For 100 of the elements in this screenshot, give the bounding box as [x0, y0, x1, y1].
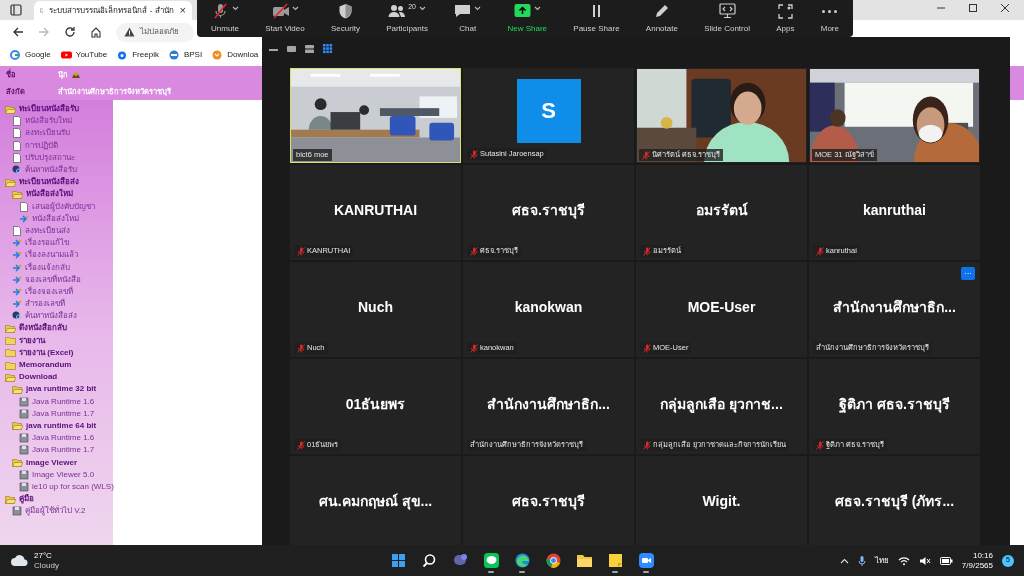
- microphone-icon[interactable]: [857, 554, 866, 567]
- bookmark[interactable]: YouTube: [60, 49, 108, 61]
- tree-item[interactable]: Java Runtime 1.7: [32, 407, 95, 420]
- participant-name: ศธจ.ราชบุรี: [512, 201, 585, 221]
- document-icon[interactable]: [19, 201, 29, 212]
- language-indicator[interactable]: ไทย: [874, 554, 889, 567]
- tree-item[interactable]: Download: [19, 371, 58, 384]
- tree-item[interactable]: java runtime 32 bit: [26, 383, 97, 396]
- caret-icon[interactable]: [533, 5, 541, 11]
- document-icon[interactable]: [12, 152, 22, 163]
- speaker-muted-icon[interactable]: [918, 555, 931, 566]
- toolbar-button[interactable]: Slide Control: [700, 2, 754, 35]
- chevron-up-icon[interactable]: [839, 557, 849, 564]
- tree-item[interactable]: Java Runtime 1.7: [32, 444, 95, 457]
- tree-item[interactable]: เรื่องรอแก้ไข: [25, 237, 69, 250]
- tree-item[interactable]: คู่มือผู้ใช้ทั่วไป V.2: [25, 505, 86, 518]
- logo: [117, 50, 129, 60]
- home-icon[interactable]: [90, 26, 102, 38]
- arrow-icon[interactable]: [12, 286, 22, 297]
- weather-condition: Cloudy: [34, 560, 59, 571]
- tree-item[interactable]: ทะเบียนหนังสือรับ: [19, 103, 79, 116]
- tree-item[interactable]: คู่มือ: [19, 493, 34, 506]
- close-icon[interactable]: [1000, 3, 1010, 13]
- open-folder-icon[interactable]: [12, 421, 23, 431]
- participant-name: kanokwan: [514, 298, 583, 317]
- view-layout-icon[interactable]: [304, 43, 315, 54]
- tab-close-button[interactable]: ×: [179, 5, 186, 16]
- bookmark[interactable]: BPSI: [168, 49, 203, 61]
- toolbar-button[interactable]: Apps: [772, 2, 799, 35]
- arrow-icon[interactable]: [12, 274, 22, 285]
- grid-view-icon[interactable]: [322, 43, 333, 54]
- tree-item[interactable]: หนังสือส่งใหม่: [26, 188, 73, 201]
- reload-icon[interactable]: [64, 26, 76, 38]
- caret-icon[interactable]: [231, 5, 239, 11]
- tree-item[interactable]: Image Viewer: [26, 456, 77, 469]
- tree-item[interactable]: สำรองเลขที่: [25, 298, 65, 311]
- view-layout-icon[interactable]: [286, 43, 297, 54]
- tree-item[interactable]: ดึงหนังสือกลับ: [19, 322, 67, 335]
- browser-tab[interactable]: ระบบสารบรรณอิเล็กทรอนิกส์ - สำนัก ×: [34, 1, 192, 20]
- document-icon[interactable]: [12, 116, 22, 127]
- tree-item[interactable]: Memorandum: [19, 359, 72, 372]
- tree-item[interactable]: ค้นหาหนังสือรับ: [25, 164, 77, 177]
- tree-item[interactable]: ค้นหาหนังสือส่ง: [25, 310, 77, 323]
- tree-item[interactable]: รายงาน (Excel): [19, 346, 74, 359]
- logo: [212, 50, 224, 60]
- arrow-icon[interactable]: [12, 250, 22, 261]
- tree-item[interactable]: java runtime 64 bit: [26, 419, 97, 432]
- security-label: ไม่ปลอดภัย: [140, 26, 179, 38]
- search-icon[interactable]: [12, 165, 22, 176]
- toolbar-button[interactable]: More: [816, 2, 843, 35]
- toolbar-button[interactable]: Pause Share: [569, 2, 624, 35]
- toolbar-button[interactable]: New Share: [503, 2, 552, 35]
- tree-item[interactable]: Java Runtime 1.6: [32, 395, 95, 408]
- tree-item[interactable]: จองเลขที่หนังสือ: [25, 273, 81, 286]
- tree-item[interactable]: รายงาน: [19, 334, 45, 347]
- open-folder-icon[interactable]: [5, 494, 16, 504]
- address-field[interactable]: ไม่ปลอดภัย: [116, 22, 194, 42]
- bookmark[interactable]: Downloa: [212, 49, 259, 61]
- caret-icon[interactable]: [474, 5, 482, 11]
- toolbar-button[interactable]: Chat: [450, 2, 486, 35]
- browser-icon: [513, 552, 531, 569]
- tree-item[interactable]: ทะเบียนหนังสือส่ง: [19, 176, 79, 189]
- document-icon[interactable]: [12, 140, 22, 151]
- battery-icon[interactable]: [939, 556, 953, 565]
- tree-item[interactable]: หนังสือส่งใหม่: [32, 212, 79, 225]
- tree-item[interactable]: ลงทะเบียนส่ง: [25, 224, 70, 237]
- arrow-icon[interactable]: [12, 262, 22, 273]
- tree-item[interactable]: Java Runtime 1.6: [32, 432, 95, 445]
- clock-time[interactable]: 10:16: [972, 550, 993, 561]
- participant-name: ศธจ.ราชบุรี: [512, 492, 585, 512]
- bookmark[interactable]: Freepik: [117, 49, 159, 61]
- open-folder-icon[interactable]: [12, 458, 23, 468]
- wifi-icon[interactable]: [897, 555, 910, 566]
- toolbar-button[interactable]: Annotate: [641, 2, 682, 35]
- document-icon[interactable]: [12, 128, 22, 139]
- toolbar-button[interactable]: Security: [327, 2, 364, 35]
- more-options-button[interactable]: ···: [961, 267, 975, 280]
- clock-date[interactable]: 7/9/2565: [961, 560, 993, 571]
- toolbar-button[interactable]: Start Video: [261, 2, 309, 35]
- open-folder-icon[interactable]: [12, 189, 23, 199]
- open-folder-icon[interactable]: [5, 372, 16, 382]
- document-icon[interactable]: [12, 225, 22, 236]
- tree-item[interactable]: เรื่องลงนามแล้ว: [25, 249, 78, 262]
- open-folder-icon[interactable]: [5, 104, 16, 114]
- open-folder-icon[interactable]: [12, 384, 23, 394]
- maximize-icon[interactable]: [968, 3, 978, 13]
- tree-item[interactable]: ie10 up for scan (WLS): [32, 480, 114, 493]
- search-icon: [420, 552, 438, 569]
- tree-item[interactable]: เรื่องแจ้งกลับ: [25, 261, 70, 274]
- bookmark[interactable]: Google: [10, 49, 51, 61]
- tab-actions-icon[interactable]: [10, 4, 22, 16]
- temperature: 27°C: [34, 550, 53, 561]
- back-icon[interactable]: [12, 26, 24, 38]
- tree-item[interactable]: Image Viewer 5.0: [32, 468, 95, 481]
- tree-item[interactable]: เรื่องจองเลขที่: [25, 285, 73, 298]
- search-icon[interactable]: [12, 311, 22, 322]
- caret-icon[interactable]: [418, 5, 426, 11]
- caret-icon[interactable]: [291, 5, 299, 11]
- toolbar-button[interactable]: Unmute: [207, 2, 243, 35]
- tree-item[interactable]: เสนอผู้บังคับบัญชา: [32, 200, 95, 213]
